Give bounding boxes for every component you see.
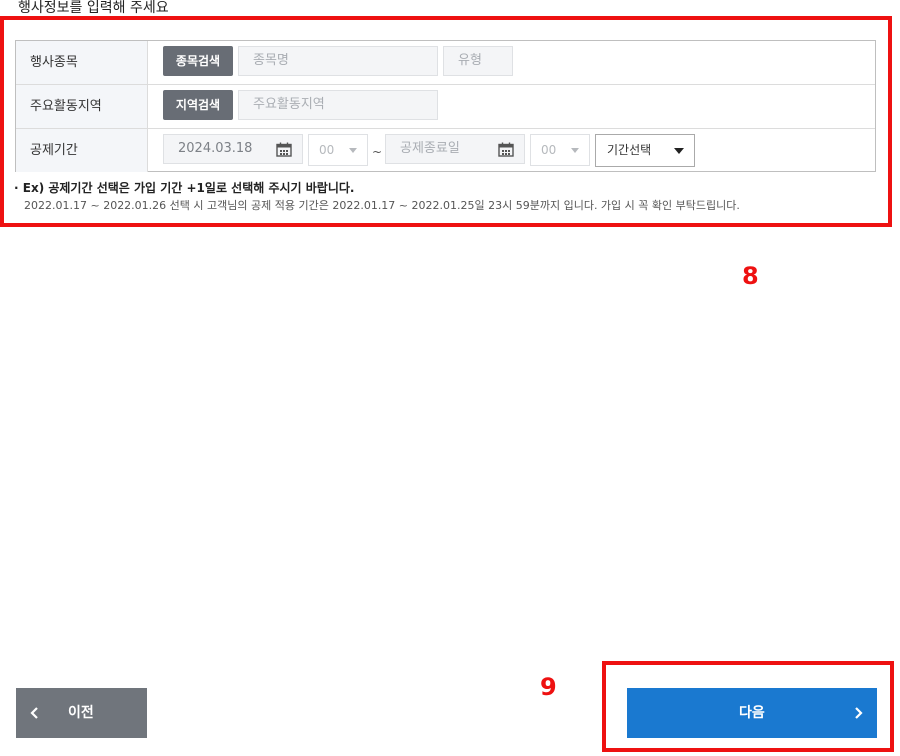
caret-down-icon — [674, 148, 684, 154]
prev-button-label: 이전 — [68, 705, 94, 721]
next-button[interactable]: 다음 — [627, 688, 877, 738]
category-search-button[interactable]: 종목검색 — [163, 46, 233, 76]
step-number-8: 8 — [742, 262, 759, 290]
category-name-field[interactable]: 종목명 — [238, 46, 438, 76]
end-hour-value: 00 — [541, 143, 557, 157]
row-coverage-period: 공제기간 2024.03.18 00 ~ 공제종료일 00 기간선택 — [16, 129, 875, 172]
end-date-field[interactable]: 공제종료일 — [385, 134, 525, 164]
start-hour-select[interactable]: 00 — [308, 134, 368, 166]
row-label: 주요활동지역 — [16, 85, 148, 128]
note-bold-text: Ex) 공제기간 선택은 가입 기간 +1일로 선택해 주시기 바랍니다. — [22, 181, 355, 195]
row-main-region: 주요활동지역 지역검색 주요활동지역 — [16, 85, 875, 129]
region-search-button[interactable]: 지역검색 — [163, 90, 233, 120]
prev-button[interactable]: 이전 — [16, 688, 147, 738]
region-field[interactable]: 주요활동지역 — [238, 90, 438, 120]
period-note-bold: · Ex) 공제기간 선택은 가입 기간 +1일로 선택해 주시기 바랍니다. — [14, 179, 354, 196]
note-bullet: · — [14, 181, 19, 195]
chevron-left-icon — [30, 707, 38, 719]
chevron-down-icon — [349, 148, 357, 153]
period-note-detail: 2022.01.17 ~ 2022.01.26 선택 시 고객님의 공제 적용 … — [24, 199, 740, 212]
period-select[interactable]: 기간선택 — [595, 134, 695, 167]
row-event-category: 행사종목 종목검색 종목명 유형 — [16, 41, 875, 85]
start-hour-value: 00 — [319, 143, 335, 157]
row-label: 공제기간 — [16, 129, 148, 172]
end-date-placeholder: 공제종료일 — [400, 141, 460, 156]
step-number-9: 9 — [540, 673, 557, 701]
period-select-value: 기간선택 — [607, 143, 652, 157]
start-date-value: 2024.03.18 — [178, 141, 253, 156]
chevron-down-icon — [571, 148, 579, 153]
date-separator: ~ — [372, 145, 383, 159]
calendar-icon[interactable] — [276, 142, 292, 157]
category-type-field[interactable]: 유형 — [443, 46, 513, 76]
start-date-field[interactable]: 2024.03.18 — [163, 134, 303, 164]
next-button-label: 다음 — [739, 705, 765, 721]
calendar-icon[interactable] — [498, 142, 514, 157]
event-info-form: 행사종목 종목검색 종목명 유형 주요활동지역 지역검색 주요활동지역 공제기간… — [15, 40, 876, 172]
row-label: 행사종목 — [16, 41, 148, 84]
end-hour-select[interactable]: 00 — [530, 134, 590, 166]
chevron-right-icon — [855, 707, 863, 719]
